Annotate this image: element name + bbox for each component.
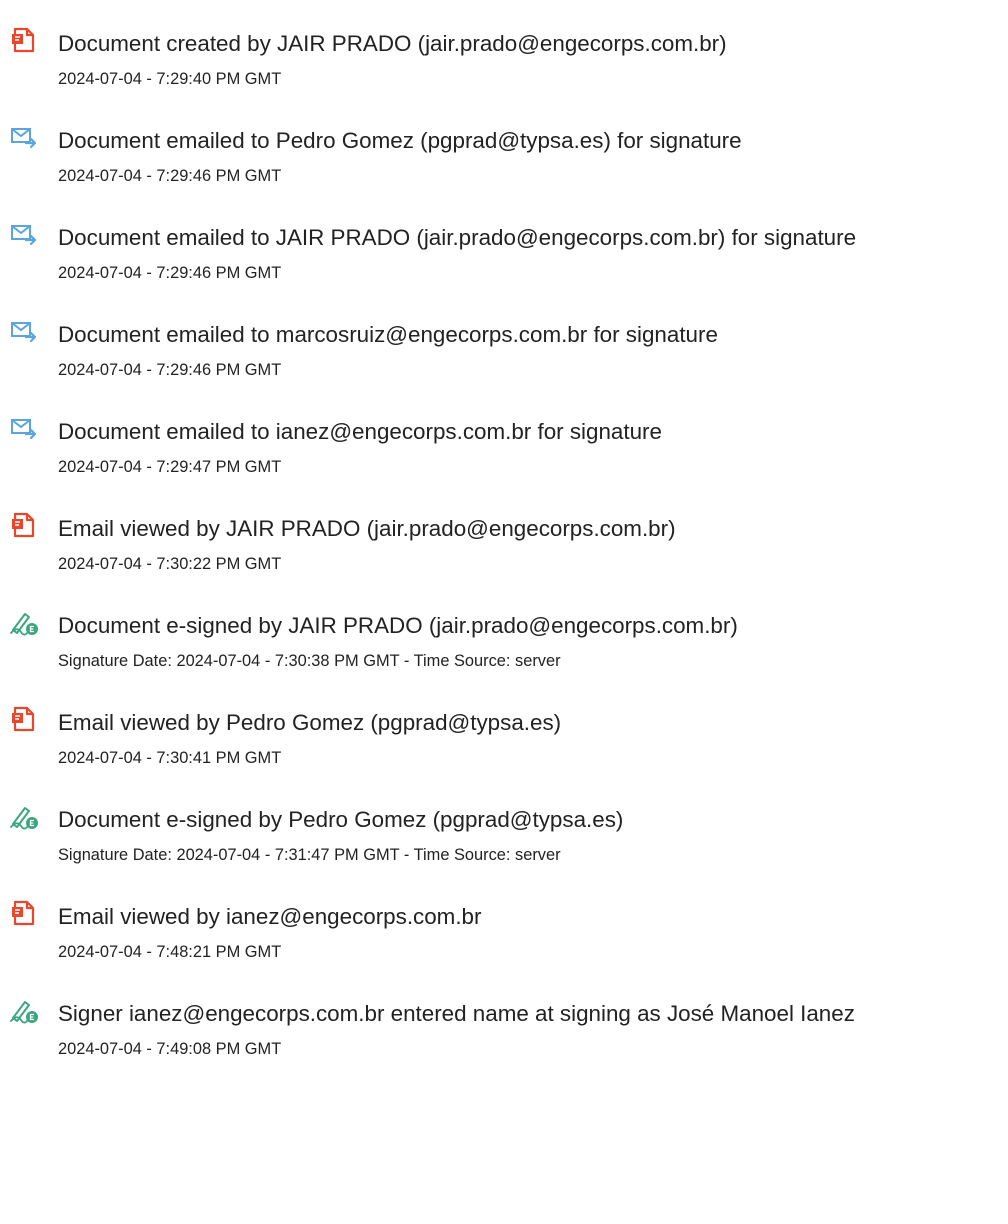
event-title: Document e-signed by JAIR PRADO (jair.pr… (58, 613, 738, 638)
event-title: Email viewed by JAIR PRADO (jair.prado@e… (58, 516, 676, 541)
event-timestamp: 2024-07-04 - 7:30:22 PM GMT (58, 555, 282, 573)
signature-date: Signature Date: 2024-07-04 - 7:30:38 PM … (58, 652, 561, 670)
event-title: Signer ianez@engecorps.com.br entered na… (58, 1001, 855, 1026)
event-title: Document emailed to marcosruiz@engecorps… (58, 322, 718, 347)
event-title: Document emailed to ianez@engecorps.com.… (58, 419, 662, 444)
audit-event-document-created: Document created by JAIR PRADO (jair.pra… (0, 26, 1008, 106)
e-signed-icon (9, 996, 39, 1024)
event-title: Email viewed by Pedro Gomez (pgprad@typs… (58, 710, 562, 735)
event-timestamp: 2024-07-04 - 7:49:08 PM GMT (58, 1040, 282, 1058)
document-created-icon (9, 26, 39, 54)
email-viewed-icon (9, 511, 39, 539)
signature-date: Signature Date: 2024-07-04 - 7:31:47 PM … (58, 846, 561, 864)
e-signed-icon (9, 802, 39, 830)
email-sent-icon (9, 317, 39, 345)
audit-event-email-sent: Document emailed to JAIR PRADO (jair.pra… (0, 220, 1008, 300)
audit-event-e-signed: Document e-signed by JAIR PRADO (jair.pr… (0, 608, 1008, 688)
event-timestamp: 2024-07-04 - 7:29:46 PM GMT (58, 361, 282, 379)
event-timestamp: 2024-07-04 - 7:30:41 PM GMT (58, 749, 282, 767)
email-sent-icon (9, 220, 39, 248)
event-timestamp: 2024-07-04 - 7:29:46 PM GMT (58, 264, 282, 282)
email-sent-icon (9, 414, 39, 442)
event-timestamp: 2024-07-04 - 7:29:46 PM GMT (58, 167, 282, 185)
email-sent-icon (9, 123, 39, 151)
event-title: Document emailed to JAIR PRADO (jair.pra… (58, 225, 857, 250)
e-signed-icon (9, 608, 39, 636)
audit-event-email-viewed: Email viewed by JAIR PRADO (jair.prado@e… (0, 511, 1008, 591)
audit-event-email-sent: Document emailed to marcosruiz@engecorps… (0, 317, 1008, 397)
event-title: Email viewed by ianez@engecorps.com.br (58, 904, 482, 929)
audit-event-e-signed: Signer ianez@engecorps.com.br entered na… (0, 996, 1008, 1076)
event-timestamp: 2024-07-04 - 7:29:47 PM GMT (58, 458, 282, 476)
audit-event-email-viewed: Email viewed by ianez@engecorps.com.br 2… (0, 899, 1008, 979)
event-timestamp: 2024-07-04 - 7:29:40 PM GMT (58, 70, 282, 88)
audit-event-e-signed: Document e-signed by Pedro Gomez (pgprad… (0, 802, 1008, 882)
audit-event-email-sent: Document emailed to ianez@engecorps.com.… (0, 414, 1008, 494)
audit-event-email-viewed: Email viewed by Pedro Gomez (pgprad@typs… (0, 705, 1008, 785)
audit-event-email-sent: Document emailed to Pedro Gomez (pgprad@… (0, 123, 1008, 203)
event-timestamp: 2024-07-04 - 7:48:21 PM GMT (58, 943, 282, 961)
event-title: Document created by JAIR PRADO (jair.pra… (58, 31, 727, 56)
email-viewed-icon (9, 899, 39, 927)
event-title: Document e-signed by Pedro Gomez (pgprad… (58, 807, 624, 832)
event-title: Document emailed to Pedro Gomez (pgprad@… (58, 128, 742, 153)
email-viewed-icon (9, 705, 39, 733)
